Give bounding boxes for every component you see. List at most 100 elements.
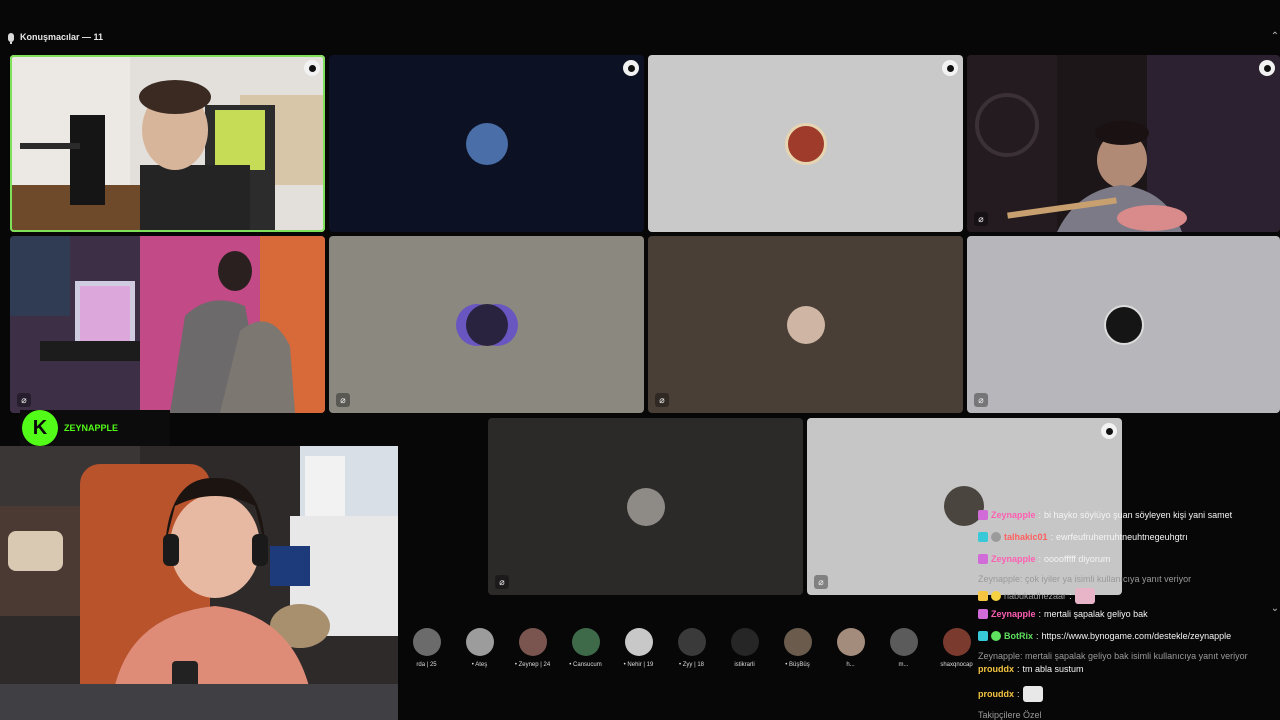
speaker-avatar-8 [1103,304,1144,345]
audience-member[interactable]: • Cansucum [559,628,612,678]
chat-badge-icon [978,554,988,564]
chat-username[interactable]: Zeynapple [991,609,1036,619]
chat-text: https://www.bynogame.com/destekle/zeynap… [1041,631,1232,641]
audience-member[interactable]: rda | 25 [400,628,453,678]
chat-username[interactable]: Zeynapple [991,554,1036,564]
chat-message: BotRix: https://www.bynogame.com/destekle… [978,631,1231,641]
chat-emote-icon [1074,588,1095,604]
chat-separator: : [1017,664,1020,674]
chat-emote-icon [1022,686,1043,702]
chat-badge-icon [978,532,988,542]
audience-member[interactable]: shaxqnocap [930,628,983,678]
audience-name: istikrarli [734,662,755,668]
audience-name: rda | 25 [416,662,437,668]
audience-member[interactable]: h... [824,628,877,678]
moderator-shield-icon [304,60,320,76]
audience-name: h... [846,662,855,668]
chat-text: Zeynapple: mertali şapalak geliyo bak is… [978,651,1248,661]
streamer-brand-badge: K ZEYNAPPLE [20,410,170,446]
audience-name: • Nehir | 19 [623,662,654,668]
chat-badge-icon [978,631,988,641]
speaker-tile-3[interactable] [648,55,963,232]
chat-text: Takipçilere Özel [978,710,1042,720]
chat-badge-icon [991,591,1001,601]
speaker-video-4 [967,55,1280,232]
speaker-tile-5[interactable]: ⌀ [10,236,325,413]
chat-username[interactable]: talhakic01 [1004,532,1048,542]
chat-text: Zeynapple: çok iyiler ya isimli kullanıc… [978,574,1192,584]
chat-badge-icon [978,591,988,601]
chat-username[interactable]: prouddx [978,689,1014,699]
chat-separator: : [1017,689,1020,699]
audience-avatar [571,628,600,656]
audience-member[interactable]: • BüşBüş [771,628,824,678]
audience-avatar [836,628,865,656]
speaker-tile-2[interactable] [329,55,644,232]
speaker-avatar-2 [465,122,508,165]
chat-message: prouddx: tm abla sustum [978,664,1084,674]
moderator-shield-icon [1259,60,1275,76]
chat-message: talhakic01: ewrfeufruherruhtneuhtnegeuhgt… [978,532,1188,542]
chat-username[interactable]: Zeynapple [991,510,1036,520]
audience-member[interactable]: • Nehir | 19 [612,628,665,678]
speaker-video-1 [10,55,325,232]
audience-avatar [518,628,547,656]
audience-member[interactable]: • Zyy | 18 [665,628,718,678]
audience-avatar [624,628,653,656]
chat-username[interactable]: BotRix [1004,631,1033,641]
audience-avatar [783,628,812,656]
chat-separator: : [1036,631,1039,641]
audience-avatar [677,628,706,656]
audience-avatar [942,628,971,656]
audience-name: shaxqnocap [940,662,973,668]
chat-username[interactable]: nabukadhezaar [1004,591,1066,601]
muted-mic-icon: ⌀ [17,393,31,407]
audience-row: rda | 25 • Ateş • Zeynep | 24 • Cansucum… [400,628,983,678]
audience-avatar [412,628,441,656]
audience-name: m... [898,662,909,668]
chat-separator: : [1050,532,1054,542]
speaker-tile-1[interactable] [10,55,325,232]
audience-avatar [465,628,494,656]
moderator-shield-icon [942,60,958,76]
chat-username[interactable]: prouddx [978,664,1014,674]
muted-mic-icon: ⌀ [495,575,509,589]
audience-name: • Zyy | 18 [679,662,704,668]
chat-separator: : [1069,591,1072,601]
audience-name: • Cansucum [569,662,602,668]
audience-name: • Ateş [471,662,488,668]
chat-message: Zeynapple: oooofffff diyorum [978,554,1110,564]
speaker-tile-4[interactable]: ⌀ [967,55,1280,232]
speaker-tile-9[interactable]: ⌀ [488,418,803,595]
chevron-up-icon[interactable]: ⌃ [1270,32,1280,42]
chat-text: mertali şapalak geliyo bak [1044,609,1148,619]
audience-avatar [730,628,759,656]
chat-badge-icon [991,532,1001,542]
chat-badge-icon [991,631,1001,641]
audience-avatar [889,628,918,656]
speaker-avatar-9 [626,487,665,526]
audience-member[interactable]: • Ateş [453,628,506,678]
speakers-label: Konuşmacılar — 11 [20,32,104,42]
chat-message: Zeynapple: mertali şapalak geliyo bak is… [978,651,1248,661]
audience-member[interactable]: • Zeynep | 24 [506,628,559,678]
speaker-avatar-7 [786,305,825,344]
chat-message: nabukadhezaar: [978,588,1095,604]
speaker-avatar-6 [465,303,508,346]
chat-text: ewrfeufruherruhtneuhtnegeuhgtrı [1056,532,1188,542]
chat-text: bi hayko söylüyo şuan söyleyen kişi yani… [1044,510,1233,520]
speaker-tile-6[interactable]: ⌀ [329,236,644,413]
speaker-video-5 [10,236,325,413]
kick-logo-icon: K [22,410,58,446]
microphone-icon [8,32,14,44]
audience-member[interactable]: istikrarli [718,628,771,678]
speaker-tile-7[interactable]: ⌀ [648,236,963,413]
audience-name: • Zeynep | 24 [514,662,551,668]
moderator-shield-icon [1101,423,1117,439]
muted-mic-icon: ⌀ [974,212,988,226]
speaker-tile-8[interactable]: ⌀ [967,236,1280,413]
audience-member[interactable]: m... [877,628,930,678]
chat-message: Zeynapple: mertali şapalak geliyo bak [978,609,1148,619]
stream-overlay: Konuşmacılar — 11 ⌃ ⌀ ⌀ ⌀ ⌀ ⌀ ⌀ ⌀ ⌄ rda … [0,0,1280,720]
muted-mic-icon: ⌀ [336,393,350,407]
